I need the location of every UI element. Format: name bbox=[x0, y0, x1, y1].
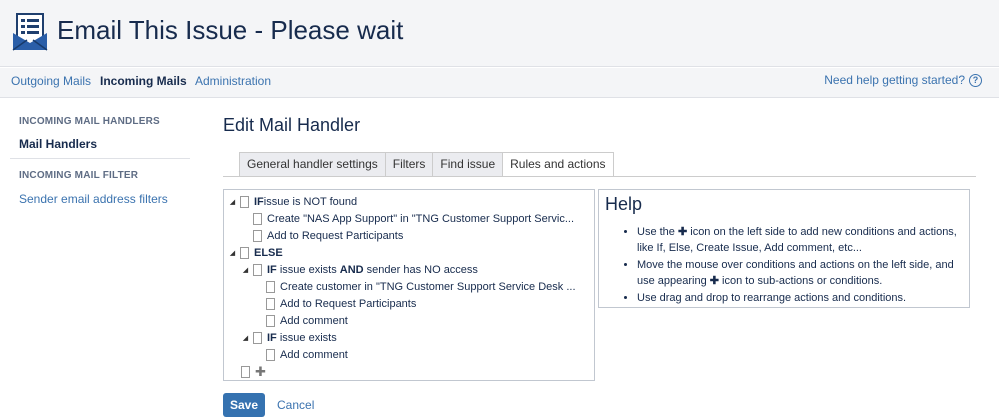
tree-node-if-exists[interactable]: ◢ IF issue exists bbox=[241, 329, 337, 346]
keyword-else: ELSE bbox=[254, 246, 283, 259]
sidebar-item-sender-filters[interactable]: Sender email address filters bbox=[19, 192, 168, 206]
plus-icon: ✚ bbox=[677, 226, 688, 238]
tab-underline bbox=[223, 176, 976, 177]
sidebar-heading-filter: INCOMING MAIL FILTER bbox=[19, 170, 139, 181]
keyword-if: IF bbox=[267, 263, 277, 276]
keyword-if: IF bbox=[267, 331, 277, 344]
collapse-triangle-icon[interactable]: ◢ bbox=[228, 249, 237, 257]
app-title: Email This Issue - Please wait bbox=[57, 15, 404, 45]
tree-node-add-participants[interactable]: Add to Request Participants bbox=[266, 295, 416, 312]
sidebar-divider bbox=[10, 158, 190, 159]
help-panel: Help Use the ✚ icon on the left side to … bbox=[598, 189, 970, 308]
action-text: Add to Request Participants bbox=[280, 297, 417, 310]
condition-text: issue is NOT found bbox=[263, 195, 358, 208]
help-link-label: Need help getting started? bbox=[824, 73, 965, 87]
help-list: Use the ✚ icon on the left side to add n… bbox=[637, 224, 965, 307]
document-icon bbox=[253, 331, 262, 344]
document-icon bbox=[266, 348, 275, 361]
app-header: Email This Issue - Please wait bbox=[0, 0, 999, 67]
sidebar-item-mail-handlers[interactable]: Mail Handlers bbox=[19, 137, 97, 151]
nav-administration[interactable]: Administration bbox=[195, 74, 271, 88]
nav-outgoing-mails[interactable]: Outgoing Mails bbox=[11, 74, 91, 88]
tree-node-if-exists-no-access[interactable]: ◢ IF issue exists AND sender has NO acce… bbox=[241, 261, 478, 278]
envelope-checklist-icon bbox=[12, 13, 48, 51]
help-bullet: Move the mouse over conditions and actio… bbox=[637, 257, 965, 289]
plus-icon: ✚ bbox=[709, 275, 719, 287]
document-icon bbox=[266, 280, 275, 293]
top-navigation: Outgoing Mails Incoming Mails Administra… bbox=[0, 68, 999, 98]
sidebar: INCOMING MAIL HANDLERS Mail Handlers INC… bbox=[0, 99, 200, 411]
tree-node-add-new[interactable]: ✚ bbox=[241, 363, 266, 380]
help-title: Help bbox=[605, 194, 643, 214]
collapse-triangle-icon[interactable]: ◢ bbox=[241, 334, 250, 342]
nav-incoming-mails[interactable]: Incoming Mails bbox=[100, 74, 187, 88]
document-icon bbox=[241, 365, 250, 378]
condition-text: issue exists bbox=[276, 263, 340, 276]
tab-filters[interactable]: Filters bbox=[384, 152, 434, 177]
document-icon bbox=[253, 212, 262, 225]
page-title: Edit Mail Handler bbox=[223, 115, 361, 135]
document-icon bbox=[240, 195, 249, 208]
document-icon bbox=[253, 263, 262, 276]
collapse-triangle-icon[interactable]: ◢ bbox=[228, 198, 237, 206]
tree-node-create-issue[interactable]: Create "NAS App Support" in "TNG Custome… bbox=[253, 210, 574, 227]
tab-find-issue[interactable]: Find issue bbox=[432, 152, 504, 177]
collapse-triangle-icon[interactable]: ◢ bbox=[241, 266, 250, 274]
document-icon bbox=[266, 314, 275, 327]
save-button[interactable]: Save bbox=[223, 393, 265, 417]
condition-text: issue exists bbox=[276, 331, 337, 344]
tree-node-add-participants[interactable]: Add to Request Participants bbox=[253, 227, 403, 244]
help-bullet: Use the ✚ icon on the left side to add n… bbox=[637, 224, 965, 256]
question-circle-icon: ? bbox=[969, 73, 982, 87]
keyword-and: AND bbox=[339, 263, 364, 276]
tree-node-create-customer[interactable]: Create customer in "TNG Customer Support… bbox=[266, 278, 576, 295]
tab-general-handler-settings[interactable]: General handler settings bbox=[239, 152, 386, 177]
help-bullet: Use drag and drop to rearrange actions a… bbox=[637, 290, 965, 306]
tree-node-add-comment[interactable]: Add comment bbox=[266, 312, 348, 329]
help-text: Use the bbox=[637, 226, 678, 238]
sidebar-heading-handlers: INCOMING MAIL HANDLERS bbox=[19, 116, 160, 127]
tab-rules-and-actions[interactable]: Rules and actions bbox=[502, 152, 614, 177]
rules-tree: ◢ IF issue is NOT found Create "NAS App … bbox=[223, 189, 595, 381]
tree-node-add-comment[interactable]: Add comment bbox=[266, 346, 348, 363]
action-text: Create customer in "TNG Customer Support… bbox=[280, 280, 576, 293]
tab-bar: General handler settings Filters Find is… bbox=[239, 152, 614, 177]
cancel-link[interactable]: Cancel bbox=[277, 398, 314, 412]
condition-text: sender has NO access bbox=[363, 263, 478, 276]
action-text: Add comment bbox=[280, 348, 348, 361]
help-text: icon to sub-actions or conditions. bbox=[719, 275, 883, 287]
help-text: Use drag and drop to rearrange actions a… bbox=[637, 292, 907, 304]
plus-icon[interactable]: ✚ bbox=[255, 364, 266, 380]
document-icon bbox=[240, 246, 249, 259]
action-text: Create "NAS App Support" in "TNG Custome… bbox=[267, 212, 575, 225]
tree-node-else[interactable]: ◢ ELSE bbox=[228, 244, 283, 261]
document-icon bbox=[253, 229, 262, 242]
document-icon bbox=[266, 297, 275, 310]
action-text: Add comment bbox=[280, 314, 348, 327]
keyword-if: IF bbox=[254, 195, 264, 208]
help-getting-started-link[interactable]: Need help getting started? ? bbox=[824, 73, 982, 87]
action-text: Add to Request Participants bbox=[267, 229, 404, 242]
tree-node-if-not-found[interactable]: ◢ IF issue is NOT found bbox=[228, 193, 357, 210]
